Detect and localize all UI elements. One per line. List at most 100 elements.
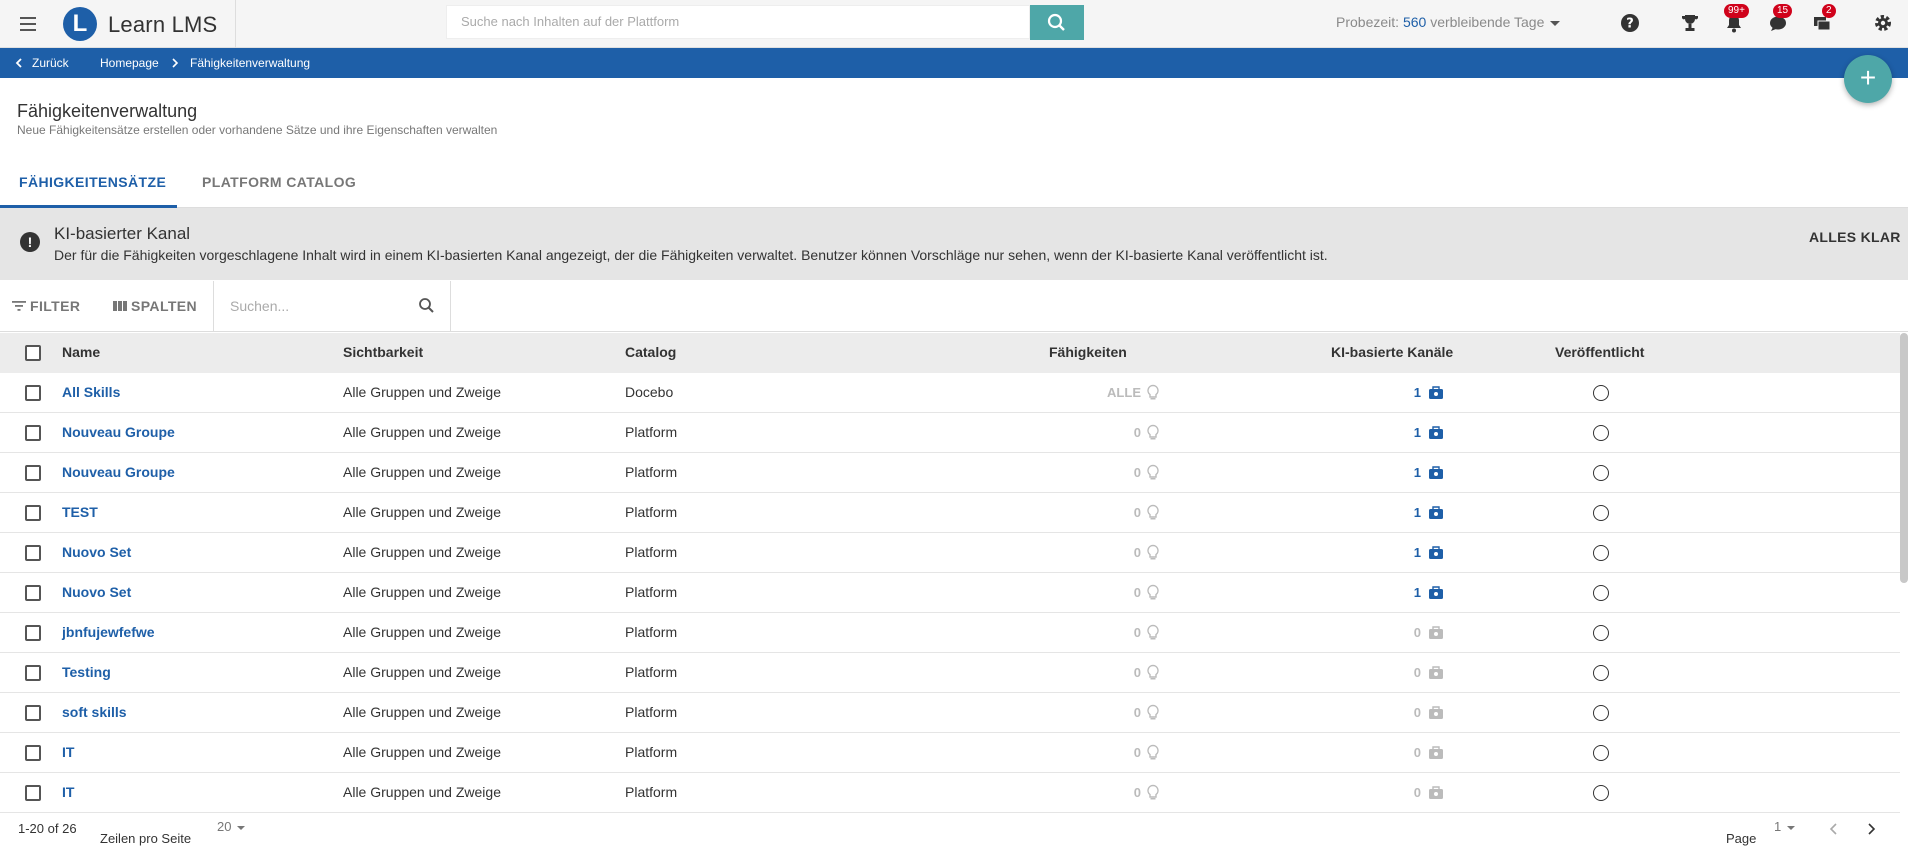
tab-skill-sets[interactable]: FÄHIGKEITENSÄTZE [19,174,166,190]
logo-area[interactable]: L Learn LMS [56,0,236,48]
search-icon[interactable] [418,297,436,315]
ai-channels-count[interactable]: 1 [1414,465,1421,480]
table-row[interactable]: IT Alle Gruppen und Zweige Platform 0 0 [0,773,1900,813]
visibility-cell: Alle Gruppen und Zweige [343,584,501,600]
table-row[interactable]: Nouveau Groupe Alle Gruppen und Zweige Pla… [0,453,1900,493]
skill-set-name-link[interactable]: IT [62,744,74,760]
published-radio[interactable] [1593,785,1609,801]
published-radio[interactable] [1593,465,1609,481]
row-checkbox[interactable] [25,745,41,761]
table-scrollbar[interactable] [1900,333,1908,583]
row-checkbox[interactable] [25,785,41,801]
channel-icon[interactable] [1428,465,1444,480]
row-checkbox[interactable] [25,665,41,681]
breadcrumb-home[interactable]: Homepage [100,56,159,70]
visibility-cell: Alle Gruppen und Zweige [343,424,501,440]
prev-page-icon[interactable] [1829,823,1839,835]
skill-set-name-link[interactable]: TEST [62,504,98,520]
top-search-input[interactable]: Suche nach Inhalten auf der Plattform [446,5,1030,39]
published-radio[interactable] [1593,745,1609,761]
channel-icon[interactable] [1428,425,1444,440]
table-row[interactable]: Nuovo Set Alle Gruppen und Zweige Platform… [0,533,1900,573]
ai-channels-count[interactable]: 1 [1414,385,1421,400]
col-ai-channels[interactable]: KI-basierte Kanäle [1331,344,1453,360]
published-radio[interactable] [1593,705,1609,721]
visibility-cell: Alle Gruppen und Zweige [343,664,501,680]
filter-button[interactable]: FILTER [12,298,80,314]
add-skill-set-button[interactable]: + [1844,55,1892,103]
published-radio[interactable] [1593,385,1609,401]
search-icon [1047,13,1065,31]
table-row[interactable]: jbnfujewfefwe Alle Gruppen und Zweige Plat… [0,613,1900,653]
table-row[interactable]: Testing Alle Gruppen und Zweige Platform 0 0 [0,653,1900,693]
col-visibility[interactable]: Sichtbarkeit [343,344,423,360]
published-radio[interactable] [1593,665,1609,681]
catalog-cell: Platform [625,664,678,680]
ai-channels-count[interactable]: 1 [1414,545,1421,560]
published-radio[interactable] [1593,625,1609,641]
row-checkbox[interactable] [25,505,41,521]
chevron-left-icon [15,58,22,68]
ai-channels-count[interactable]: 1 [1414,505,1421,520]
skill-set-name-link[interactable]: Testing [62,664,111,680]
skill-set-name-link[interactable]: jbnfujewfefwe [62,624,155,640]
table-row[interactable]: soft skills Alle Gruppen und Zweige Platfo… [0,693,1900,733]
row-checkbox[interactable] [25,585,41,601]
row-checkbox[interactable] [25,465,41,481]
back-link[interactable]: Zurück [32,56,69,70]
col-catalog[interactable]: Catalog [625,344,676,360]
channel-icon[interactable] [1428,585,1444,600]
table-row[interactable]: All Skills Alle Gruppen und Zweige Docebo A… [0,373,1900,413]
table-search-input[interactable]: Suchen... [213,281,451,331]
ai-channels-count[interactable]: 1 [1414,585,1421,600]
trial-indicator[interactable]: Probezeit: 560 verbleibende Tage [1336,14,1561,30]
top-search-button[interactable] [1030,5,1084,40]
row-checkbox[interactable] [25,705,41,721]
trial-suffix: verbleibende Tage [1430,14,1545,30]
help-icon[interactable]: ? [1619,12,1641,34]
table-row[interactable]: Nouveau Groupe Alle Gruppen und Zweige Pla… [0,413,1900,453]
row-checkbox[interactable] [25,425,41,441]
visibility-cell: Alle Gruppen und Zweige [343,744,501,760]
tab-bar: FÄHIGKEITENSÄTZE PLATFORM CATALOG [0,160,1908,208]
banner-text: Der für die Fähigkeiten vorgeschlagene I… [54,247,1328,263]
skill-set-name-link[interactable]: Nouveau Groupe [62,464,175,480]
col-skills[interactable]: Fähigkeiten [1049,344,1127,360]
rows-per-page-select[interactable]: 20 [217,819,246,834]
page-select[interactable]: 1 [1774,819,1796,834]
visibility-cell: Alle Gruppen und Zweige [343,784,501,800]
ai-channels-count[interactable]: 1 [1414,425,1421,440]
channel-icon[interactable] [1428,385,1444,400]
published-radio[interactable] [1593,585,1609,601]
tab-platform-catalog[interactable]: PLATFORM CATALOG [202,174,356,190]
table-row[interactable]: IT Alle Gruppen und Zweige Platform 0 0 [0,733,1900,773]
table-row[interactable]: Nuovo Set Alle Gruppen und Zweige Platform… [0,573,1900,613]
col-published[interactable]: Veröffentlicht [1555,344,1644,360]
dismiss-banner-button[interactable]: ALLES KLAR [1809,229,1901,245]
skill-set-name-link[interactable]: IT [62,784,74,800]
skill-set-name-link[interactable]: Nouveau Groupe [62,424,175,440]
table-row[interactable]: TEST Alle Gruppen und Zweige Platform 0 1 [0,493,1900,533]
skill-set-name-link[interactable]: Nuovo Set [62,584,131,600]
row-checkbox[interactable] [25,545,41,561]
gear-icon[interactable] [1872,12,1894,34]
skill-set-name-link[interactable]: soft skills [62,704,127,720]
ai-channels-count: 0 [1413,705,1421,720]
menu-icon[interactable] [14,12,42,36]
breadcrumb-current: Fähigkeitenverwaltung [190,56,311,70]
channel-icon[interactable] [1428,545,1444,560]
select-all-checkbox[interactable] [25,345,41,361]
row-checkbox[interactable] [25,385,41,401]
channel-icon[interactable] [1428,505,1444,520]
columns-button[interactable]: SPALTEN [113,298,197,314]
published-radio[interactable] [1593,545,1609,561]
next-page-icon[interactable] [1866,823,1876,835]
col-name[interactable]: Name [62,344,100,360]
published-radio[interactable] [1593,425,1609,441]
skill-set-name-link[interactable]: Nuovo Set [62,544,131,560]
row-checkbox[interactable] [25,625,41,641]
skill-set-name-link[interactable]: All Skills [62,384,120,400]
filter-icon [12,301,26,311]
published-radio[interactable] [1593,505,1609,521]
trophy-icon[interactable] [1679,12,1701,34]
